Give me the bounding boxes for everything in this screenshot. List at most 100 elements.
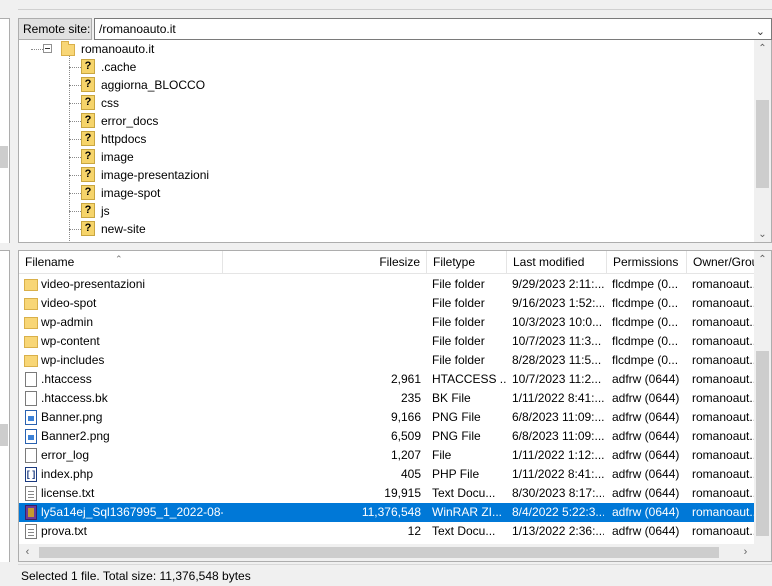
remote-directory-tree[interactable]: romanoauto.it ? .cache ? aggiorna_BLOCCO…: [18, 40, 772, 243]
scroll-up-icon[interactable]: ⌃: [754, 40, 771, 57]
file-icon: [25, 448, 37, 463]
pane-splitter[interactable]: [18, 243, 772, 250]
tree-node-js[interactable]: ? js: [81, 202, 381, 220]
local-tree-scroll-thumb[interactable]: [0, 146, 8, 168]
list-vertical-scrollbar[interactable]: ⌃: [754, 251, 771, 544]
tree-node-new-site[interactable]: ? new-site: [81, 220, 381, 238]
file-type: PNG File: [432, 429, 481, 443]
column-header-owner[interactable]: Owner/Grou: [687, 251, 756, 274]
column-header-filename[interactable]: Filename ⌃: [19, 251, 223, 274]
tree-connector: [69, 103, 81, 104]
tree-connector: [69, 121, 81, 122]
tree-node-image[interactable]: ? image: [81, 148, 381, 166]
file-name: .htaccess.bk: [41, 391, 108, 405]
table-row[interactable]: prova.txt 12 Text Docu... 1/13/2022 2:36…: [19, 522, 756, 541]
file-type: File folder: [432, 334, 485, 348]
file-owner: romanoaut...: [692, 505, 756, 519]
tree-root-node[interactable]: romanoauto.it: [81, 40, 154, 58]
file-permissions: adfrw (0644): [612, 448, 680, 462]
list-scroll-thumb[interactable]: [756, 351, 769, 536]
tree-node-label: js: [101, 204, 110, 218]
unknown-folder-icon: ?: [81, 95, 95, 110]
file-size: 11,376,548: [361, 505, 421, 519]
tree-node-label: new-site: [101, 222, 146, 236]
remote-file-list[interactable]: Filename ⌃ Filesize Filetype Last modifi…: [18, 250, 772, 562]
file-name: error_log: [41, 448, 90, 462]
table-row[interactable]: wp-content File folder 10/7/2023 11:3...…: [19, 332, 756, 351]
file-name: video-presentazioni: [41, 277, 146, 291]
file-name: index.php: [41, 467, 94, 481]
tree-node-error-docs[interactable]: ? error_docs: [81, 112, 381, 130]
tree-node-label: image-spot: [101, 186, 161, 200]
local-list-scroll-thumb[interactable]: [0, 424, 8, 446]
chevron-down-icon[interactable]: ⌄: [756, 22, 765, 42]
tree-connector: [69, 67, 81, 68]
tree-connector: [69, 157, 81, 158]
column-header-filesize[interactable]: Filesize: [223, 251, 427, 274]
table-row[interactable]: .htaccess.bk 235 BK File 1/11/2022 8:41:…: [19, 389, 756, 408]
tree-node-httpdocs[interactable]: ? httpdocs: [81, 130, 381, 148]
file-modified: 1/11/2022 8:41:...: [512, 391, 604, 405]
list-horizontal-scroll-thumb[interactable]: [39, 547, 719, 558]
tree-node-label: error_docs: [101, 114, 159, 128]
file-permissions: adfrw (0644): [612, 467, 680, 481]
tree-root-label: romanoauto.it: [81, 42, 155, 56]
table-row[interactable]: wp-admin File folder 10/3/2023 10:0... f…: [19, 313, 756, 332]
unknown-folder-icon: ?: [81, 59, 95, 74]
tree-node-image-spot[interactable]: ? image-spot: [81, 184, 381, 202]
column-header-last-modified[interactable]: Last modified: [507, 251, 607, 274]
remote-path-combobox[interactable]: /romanoauto.it ⌄: [94, 18, 772, 40]
tree-node-label: httpdocs: [101, 132, 147, 146]
tree-node-aggiorna-blocco[interactable]: ? aggiorna_BLOCCO: [81, 76, 381, 94]
unknown-folder-icon: ?: [81, 185, 95, 200]
table-row[interactable]: wp-includes File folder 8/28/2023 11:5..…: [19, 351, 756, 370]
text-file-icon: [25, 486, 37, 501]
unknown-folder-icon: ?: [81, 221, 95, 236]
column-header-permissions[interactable]: Permissions: [607, 251, 687, 274]
tree-vertical-scrollbar[interactable]: ⌃ ⌄: [754, 40, 771, 242]
file-modified: 1/13/2022 2:36:...: [512, 524, 604, 538]
scroll-left-icon[interactable]: ‹: [19, 544, 36, 561]
sort-ascending-icon: ⌃: [115, 254, 123, 264]
tree-node-css[interactable]: ? css: [81, 94, 381, 112]
scroll-up-icon[interactable]: ⌃: [754, 251, 771, 268]
table-row[interactable]: license.txt 19,915 Text Docu... 8/30/202…: [19, 484, 756, 503]
tree-node-image-presentazioni[interactable]: ? image-presentazioni: [81, 166, 381, 184]
scrollbar-corner: [754, 544, 771, 561]
file-type: File folder: [432, 315, 485, 329]
tree-node-label: image-presentazioni: [101, 168, 210, 182]
tree-scroll-thumb[interactable]: [756, 100, 769, 188]
column-header-label: Filename: [25, 255, 75, 269]
table-row[interactable]: error_log 1,207 File 1/11/2022 1:12:... …: [19, 446, 756, 465]
file-owner: romanoaut...: [692, 391, 756, 405]
file-size: 235: [400, 391, 421, 405]
file-name: wp-content: [41, 334, 100, 348]
table-row-selected[interactable]: ly5a14ej_Sql1367995_1_2022-08-... 11,376…: [19, 503, 756, 522]
file-modified: 10/3/2023 10:0...: [512, 315, 603, 329]
scroll-down-icon[interactable]: ⌄: [754, 226, 771, 242]
column-header-filetype[interactable]: Filetype: [427, 251, 507, 274]
file-size: 19,915: [384, 486, 421, 500]
folder-icon: [24, 317, 38, 329]
table-row[interactable]: Banner.png 9,166 PNG File 6/8/2023 11:09…: [19, 408, 756, 427]
file-modified: 8/28/2023 11:5...: [512, 353, 602, 367]
file-permissions: flcdmpe (0...: [612, 277, 679, 291]
collapse-toggle[interactable]: [43, 44, 52, 53]
unknown-folder-icon: ?: [81, 167, 95, 182]
file-permissions: adfrw (0644): [612, 429, 680, 443]
file-modified: 9/16/2023 1:52:...: [512, 296, 604, 310]
scroll-right-icon[interactable]: ›: [737, 544, 754, 561]
table-row[interactable]: video-spot File folder 9/16/2023 1:52:..…: [19, 294, 756, 313]
file-owner: romanoaut...: [692, 277, 756, 291]
tree-node-label: css: [101, 96, 119, 110]
file-icon: [25, 372, 37, 387]
table-row[interactable]: [ ] index.php 405 PHP File 1/11/2022 8:4…: [19, 465, 756, 484]
unknown-folder-icon: ?: [81, 203, 95, 218]
tree-node-cache[interactable]: ? .cache: [81, 58, 381, 76]
file-modified: 10/7/2023 11:3...: [512, 334, 602, 348]
table-row[interactable]: video-presentazioni File folder 9/29/202…: [19, 275, 756, 294]
table-row[interactable]: .htaccess 2,961 HTACCESS ... 10/7/2023 1…: [19, 370, 756, 389]
file-size: [225, 332, 421, 351]
table-row[interactable]: Banner2.png 6,509 PNG File 6/8/2023 11:0…: [19, 427, 756, 446]
list-horizontal-scrollbar[interactable]: ‹ ›: [19, 544, 756, 561]
